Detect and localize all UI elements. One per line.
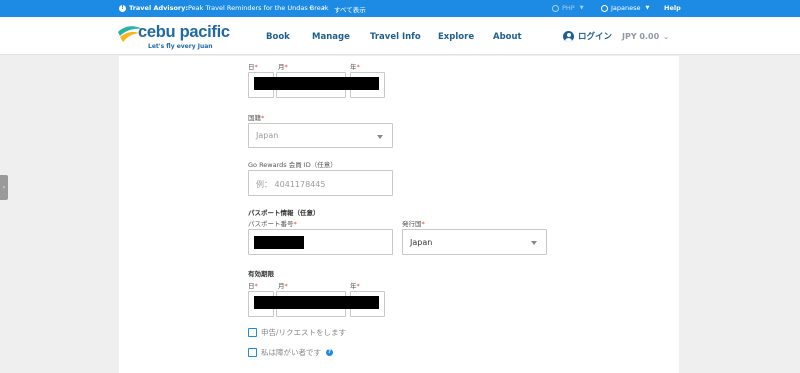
nav-manage[interactable]: Manage [312, 32, 350, 42]
site-header: cebu pacific Let's fly every Juan Book M… [0, 17, 800, 55]
nationality-select[interactable]: Japan [248, 123, 393, 148]
issuing-country-label: 発行国* [402, 220, 425, 228]
chevron-down-icon: ▼ [645, 5, 650, 11]
expiry-month-label: 月* [278, 282, 288, 290]
logo-text: cebu pacific [138, 23, 230, 41]
form-panel [119, 56, 679, 373]
redaction-bar [254, 296, 379, 309]
chevron-down-icon: ▼ [579, 5, 584, 11]
nav-explore[interactable]: Explore [438, 32, 474, 42]
advisory-next-icon[interactable]: › [322, 3, 325, 12]
login-label: ログイン [578, 32, 613, 42]
show-all-link[interactable]: すべて表示 [334, 4, 366, 14]
passport-number-label: パスポート番号* [248, 220, 297, 228]
help-link[interactable]: Help [664, 4, 681, 12]
advisory-label: Travel Advisory: [129, 4, 188, 12]
balance-label: JPY 0.00 [622, 32, 660, 41]
passport-section-title: パスポート情報（任意） [248, 209, 320, 217]
go-rewards-input[interactable]: 例： 4041178445 [248, 170, 393, 196]
nav-travel-info[interactable]: Travel Info [370, 32, 421, 42]
expiry-day-label: 日* [248, 282, 258, 290]
nationality-value: Japan [256, 131, 279, 140]
declare-checkbox[interactable] [248, 328, 257, 337]
cebu-pacific-logo[interactable]: cebu pacific Let's fly every Juan [117, 22, 230, 52]
dropdown-arrow-icon [377, 135, 383, 139]
nav-book[interactable]: Book [266, 32, 290, 42]
disability-checkbox[interactable] [248, 348, 257, 357]
chevron-down-icon: ⌄ [663, 32, 670, 41]
help-question-icon[interactable]: ? [326, 349, 333, 356]
language-label: Japanese [611, 4, 641, 12]
declare-checkbox-label[interactable]: 申告/リクエストをします [261, 327, 346, 338]
side-tab[interactable]: › [0, 175, 8, 200]
user-icon [563, 30, 574, 42]
nationality-label: 国籍* [248, 114, 265, 122]
info-icon: ! [119, 4, 126, 12]
issuing-country-select[interactable]: Japan [402, 229, 547, 255]
expiry-year-label: 年* [350, 282, 360, 290]
expiry-section-title: 有効期限 [248, 270, 274, 278]
dob-year-label: 年* [350, 63, 360, 71]
go-rewards-label: Go Rewards 会員 ID（任意） [248, 161, 337, 169]
dob-month-label: 月* [278, 63, 288, 71]
redaction-bar [254, 77, 379, 90]
globe-icon [601, 4, 608, 12]
disability-checkbox-label[interactable]: 私は障がい者です [261, 347, 321, 358]
balance-selector[interactable]: JPY 0.00 ⌄ [622, 32, 669, 41]
advisory-text[interactable]: Peak Travel Reminders for the Undas Brea… [188, 4, 329, 12]
logo-tagline: Let's fly every Juan [148, 43, 213, 50]
advisory-prev-icon[interactable]: ‹ [309, 3, 312, 12]
currency-label: PHP [562, 4, 575, 12]
go-rewards-placeholder: 例： 4041178445 [256, 180, 326, 189]
issuing-country-value: Japan [410, 238, 433, 247]
advisory[interactable]: ! Travel Advisory: Peak Travel Reminders… [119, 4, 329, 12]
currency-icon [552, 4, 559, 12]
advisory-bar: ! Travel Advisory: Peak Travel Reminders… [0, 0, 800, 17]
redaction-bar [254, 236, 304, 249]
login-button[interactable]: ログイン [563, 30, 612, 42]
language-selector[interactable]: Japanese ▼ [601, 4, 649, 12]
nav-about[interactable]: About [493, 32, 522, 42]
dob-day-label: 日* [248, 63, 258, 71]
dropdown-arrow-icon [531, 241, 537, 245]
currency-selector[interactable]: PHP ▼ [552, 4, 584, 12]
